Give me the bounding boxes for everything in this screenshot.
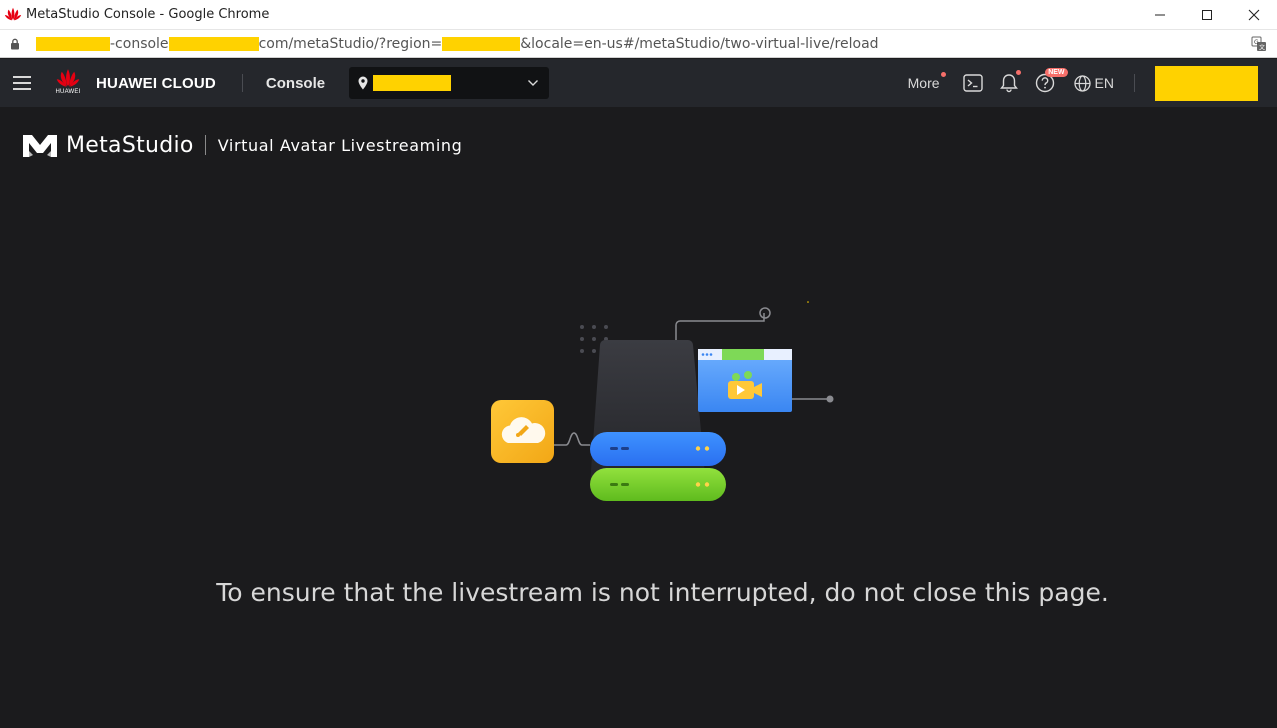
help-button[interactable]: NEW xyxy=(1034,68,1068,94)
more-menu[interactable]: More xyxy=(907,72,946,91)
divider xyxy=(241,74,243,92)
divider xyxy=(1134,74,1135,92)
hamburger-icon xyxy=(13,76,31,90)
cloud-shell-button[interactable] xyxy=(962,72,984,94)
globe-icon xyxy=(1073,74,1091,92)
brand-name: HUAWEI CLOUD xyxy=(96,74,216,92)
brand-sub-label: HUAWEI xyxy=(55,89,81,95)
header-actions: More NEW EN xyxy=(908,59,1277,107)
livestream-illustration xyxy=(491,301,834,501)
notifications-button[interactable] xyxy=(998,70,1021,94)
location-pin-icon xyxy=(358,76,368,90)
close-window-button[interactable] xyxy=(1230,0,1277,30)
language-label: EN xyxy=(1094,75,1114,91)
lock-icon[interactable] xyxy=(8,37,22,51)
console-header: HUAWEI HUAWEI CLOUD Console More NEW EN xyxy=(0,59,1277,107)
window-title: MetaStudio Console - Google Chrome xyxy=(26,7,270,22)
page-title: Virtual Avatar Livestreaming xyxy=(217,135,463,155)
bell-icon xyxy=(999,74,1018,93)
menu-button[interactable] xyxy=(0,59,44,107)
browser-title-bar: MetaStudio Console - Google Chrome xyxy=(0,0,1277,30)
account-menu-redacted[interactable] xyxy=(1155,65,1258,101)
region-select[interactable] xyxy=(349,67,550,99)
url-part: -console xyxy=(110,35,169,52)
notification-dot xyxy=(940,72,946,77)
maximize-icon xyxy=(1201,10,1212,20)
brand-home-link[interactable]: HUAWEI HUAWEI CLOUD xyxy=(54,68,216,98)
url-part: com/metaStudio/?region= xyxy=(258,35,443,52)
redacted-block xyxy=(36,36,110,51)
address-bar[interactable]: -console com/metaStudio/?region= &locale… xyxy=(0,30,1277,58)
notification-dot xyxy=(1015,70,1021,75)
console-link[interactable]: Console xyxy=(266,75,325,92)
svg-text:文: 文 xyxy=(1259,44,1265,52)
window-controls xyxy=(1136,0,1277,30)
keep-page-open-message: To ensure that the livestream is not int… xyxy=(216,578,1109,607)
more-label: More xyxy=(907,75,940,91)
divider xyxy=(204,135,206,155)
product-bar: MetaStudio Virtual Avatar Livestreaming xyxy=(0,107,1277,183)
close-icon xyxy=(1248,9,1259,21)
brand-logo: HUAWEI xyxy=(54,68,82,98)
terminal-icon xyxy=(962,74,983,92)
metastudio-logo-icon xyxy=(23,135,57,157)
chevron-down-icon xyxy=(528,80,539,86)
translate-icon[interactable]: G 文 xyxy=(1251,36,1267,52)
redacted-block xyxy=(168,36,259,51)
url-part: &locale=en-us#/metaStudio/two-virtual-li… xyxy=(520,35,879,52)
language-switcher[interactable]: EN xyxy=(1073,74,1114,92)
huawei-logo-icon xyxy=(56,69,80,87)
url-text[interactable]: -console com/metaStudio/?region= &locale… xyxy=(30,36,879,52)
redacted-region xyxy=(373,75,452,91)
product-name: MetaStudio xyxy=(66,132,194,158)
maximize-button[interactable] xyxy=(1183,0,1230,30)
new-badge: NEW xyxy=(1045,68,1068,77)
minimize-icon xyxy=(1154,14,1165,16)
huawei-logo-icon xyxy=(4,7,22,20)
minimize-button[interactable] xyxy=(1136,0,1183,30)
redacted-block xyxy=(442,36,521,51)
